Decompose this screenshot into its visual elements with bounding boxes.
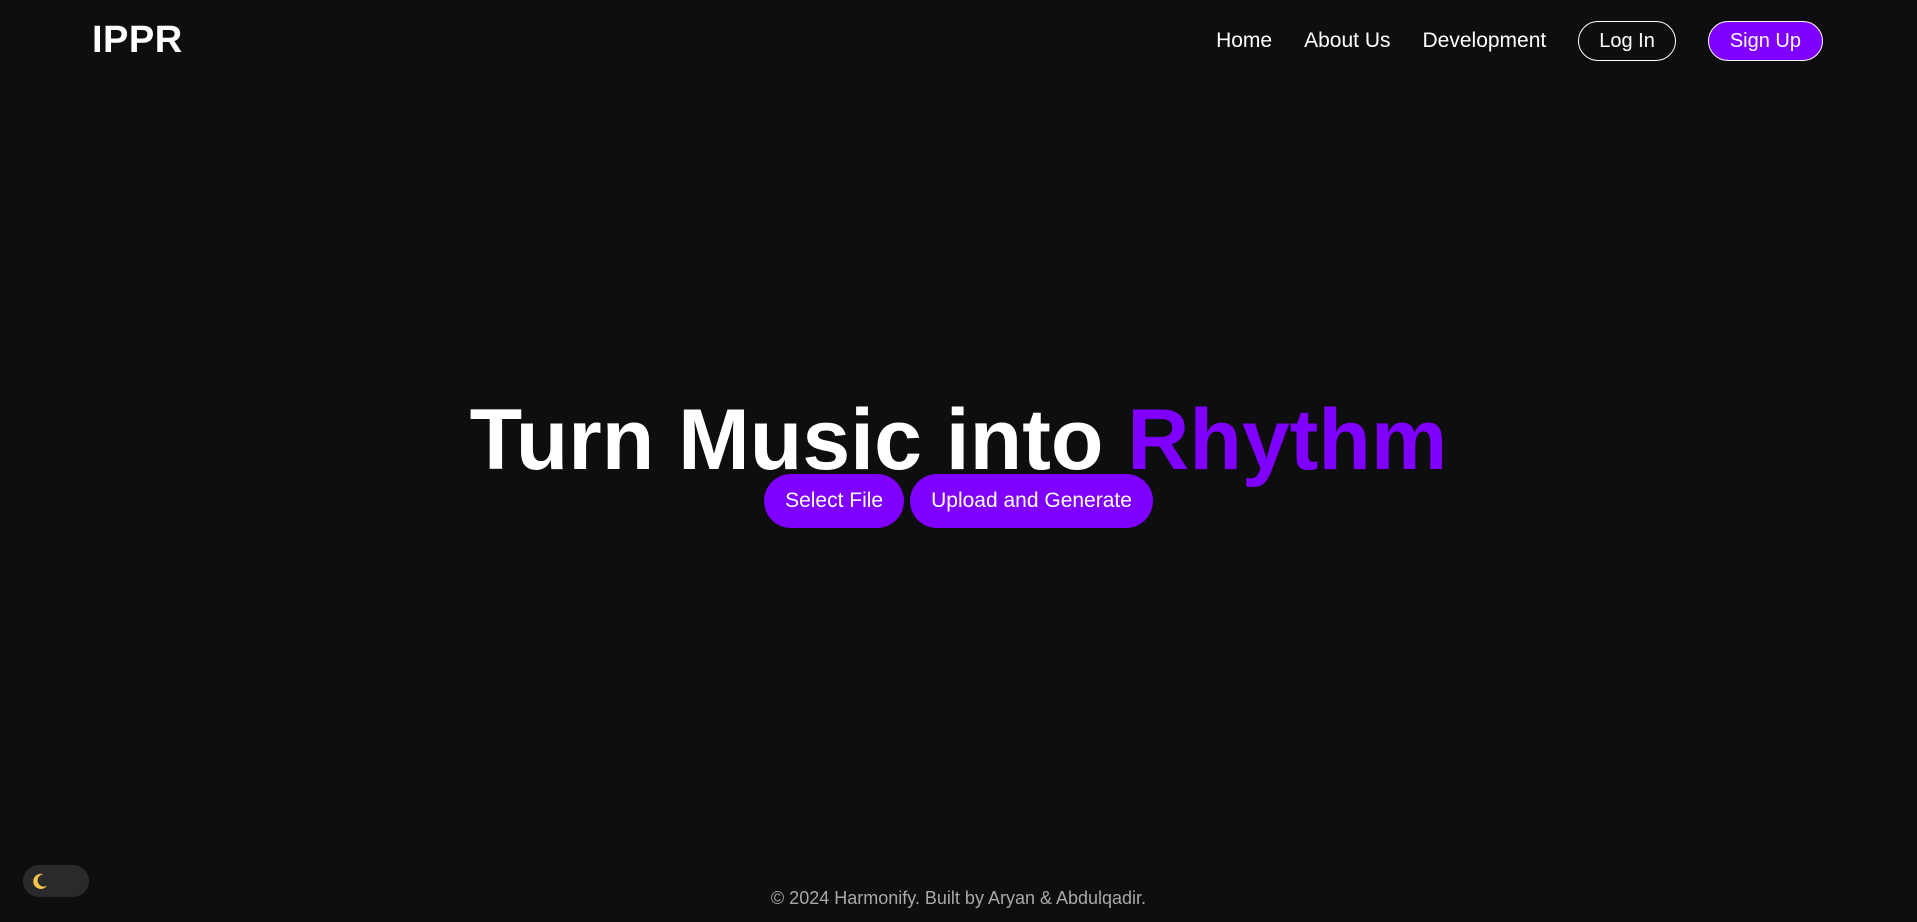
nav-about-link[interactable]: About Us xyxy=(1304,29,1390,53)
main-nav: Home About Us Development Log In Sign Up xyxy=(1216,20,1823,62)
nav-development-link[interactable]: Development xyxy=(1423,29,1547,53)
login-button[interactable]: Log In xyxy=(1578,21,1676,61)
footer-copyright: © 2024 Harmonify. Built by Aryan & Abdul… xyxy=(770,888,1147,908)
upload-generate-button[interactable]: Upload and Generate xyxy=(910,474,1153,528)
select-file-button[interactable]: Select File xyxy=(764,474,905,528)
page: IPPR Home About Us Development Log In Si… xyxy=(0,0,1917,922)
nav-home-link[interactable]: Home xyxy=(1216,29,1272,53)
hero-actions: Select File Upload and Generate xyxy=(0,474,1917,528)
site-header: IPPR Home About Us Development Log In Si… xyxy=(0,0,1917,84)
site-logo[interactable]: IPPR xyxy=(92,19,183,62)
signup-button[interactable]: Sign Up xyxy=(1707,21,1823,61)
